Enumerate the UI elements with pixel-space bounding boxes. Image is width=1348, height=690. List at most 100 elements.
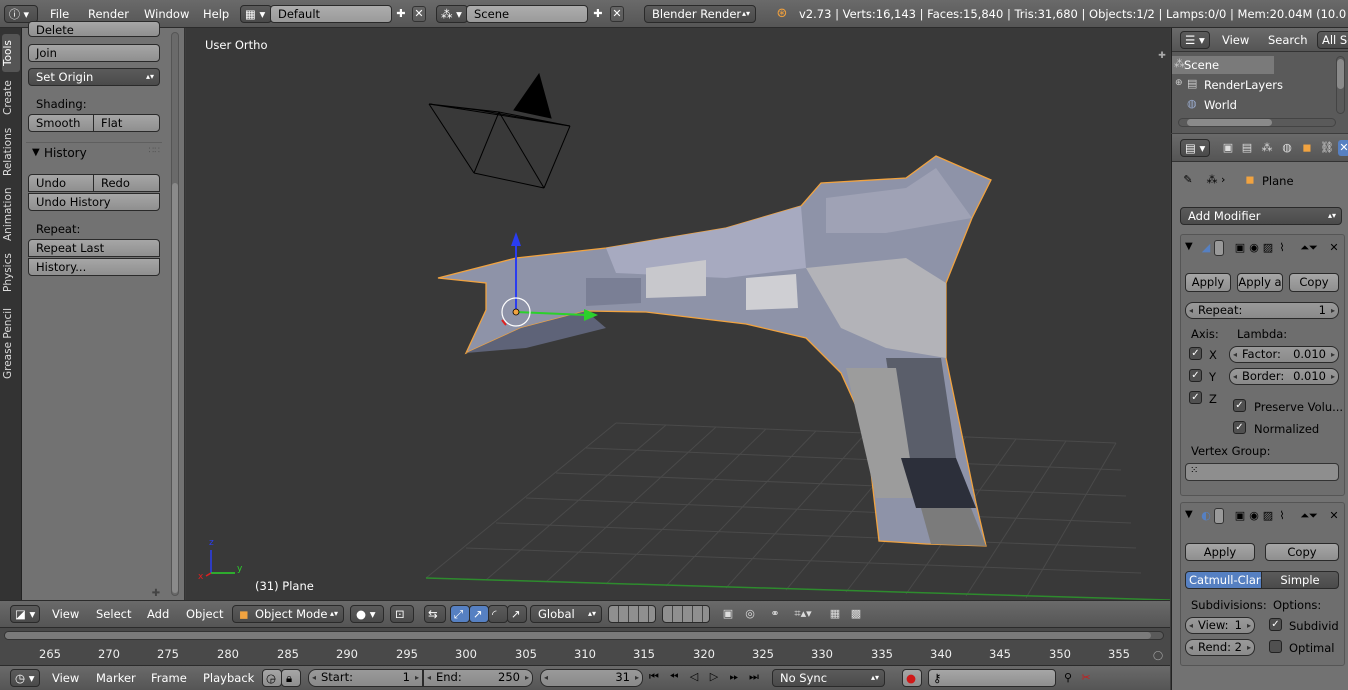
repeat-field[interactable]: Repeat: 1 — [1185, 302, 1339, 319]
move-up-down-icon[interactable]: ⏶⏷ — [1298, 508, 1320, 524]
redo-button[interactable]: Redo — [93, 174, 160, 192]
tab-animation[interactable]: Animation — [2, 184, 20, 244]
tab-create[interactable]: Create — [2, 76, 20, 120]
render-engine-dropdown[interactable]: Blender Render ▴▾ — [644, 5, 756, 23]
drag-handle-icon[interactable]: ∷∷ — [149, 146, 160, 156]
translate-manipulator-button[interactable]: ⤢ — [450, 605, 470, 623]
transform-tool-button[interactable]: ↗ — [507, 605, 527, 623]
menu-object[interactable]: Object — [186, 607, 223, 621]
timeline-editor[interactable]: 265 270 275 280 285 290 295 300 305 310 … — [0, 627, 1170, 665]
add-modifier-dropdown[interactable]: Add Modifier ▴▾ — [1180, 207, 1342, 225]
add-scene-icon[interactable]: ✚ — [591, 6, 605, 22]
remove-scene-icon[interactable]: ✕ — [610, 6, 624, 22]
history-panel-header[interactable]: ▼ History ∷∷ — [26, 142, 162, 164]
record-button[interactable]: ● — [902, 669, 922, 687]
preview-range-toggle[interactable]: ◶ — [262, 669, 282, 687]
scene-selector[interactable]: ⁂ ▾ — [436, 5, 468, 23]
timeline-scrollbar-thumb[interactable] — [5, 632, 1151, 639]
end-frame-field[interactable]: End: 250 — [423, 669, 533, 687]
outliner-filter-dropdown[interactable]: All Sc — [1317, 31, 1348, 49]
editor-type-properties-button[interactable]: ▤ ▾ — [1180, 139, 1210, 157]
lock-layers-icon[interactable]: ▣ — [720, 606, 736, 622]
modifier-name-field[interactable] — [1214, 508, 1224, 524]
snap-element-icon[interactable]: ⌗▴▾ — [790, 606, 816, 622]
jump-to-keyframe-back-icon[interactable]: ⏪︎ — [665, 669, 683, 685]
delete-button[interactable]: Delete — [28, 21, 160, 37]
mode-dropdown[interactable]: ◼ Object Mode ▴▾ — [232, 605, 344, 623]
subsurf-apply-button[interactable]: Apply — [1185, 543, 1255, 561]
viewport-visibility-icon[interactable]: ◉ — [1247, 508, 1261, 524]
editor-type-timeline-button[interactable]: ◷ ▾ — [10, 669, 40, 687]
menu-frame[interactable]: Frame — [151, 671, 187, 685]
opengl-animation-icon[interactable]: ▩ — [848, 606, 864, 622]
catmull-clark-button[interactable]: Catmull-Clark — [1185, 571, 1262, 589]
transform-orientation-dropdown[interactable]: Global ▴▾ — [530, 605, 602, 623]
axis-x-checkbox[interactable]: ✓ — [1189, 347, 1202, 360]
remove-modifier-icon[interactable]: ✕ — [1327, 240, 1341, 256]
tab-relations[interactable]: Relations — [2, 124, 20, 180]
tab-physics[interactable]: Physics — [2, 250, 20, 296]
scrollbar-thumb[interactable] — [172, 183, 178, 593]
layout-name-field[interactable]: Default — [270, 5, 392, 23]
render-visibility-icon[interactable]: ▣ — [1233, 240, 1247, 256]
editor-type-outliner-button[interactable]: ☰ ▾ — [1180, 31, 1210, 49]
current-frame-field[interactable]: 31 — [540, 669, 643, 687]
normalized-checkbox[interactable]: ✓ — [1233, 421, 1246, 434]
cage-icon[interactable]: ⌇ — [1275, 240, 1289, 256]
collapse-arrow-icon[interactable]: ▼ — [1185, 509, 1193, 520]
menu-add[interactable]: Add — [147, 607, 169, 621]
add-layout-icon[interactable]: ✚ — [394, 6, 408, 22]
tool-shelf-scrollbar[interactable] — [171, 32, 179, 596]
remove-layout-icon[interactable]: ✕ — [412, 6, 426, 22]
menu-timeline-view[interactable]: View — [52, 671, 79, 685]
axis-z-checkbox[interactable]: ✓ — [1189, 391, 1202, 404]
editmode-visibility-icon[interactable]: ▨ — [1261, 508, 1275, 524]
subsurf-render-levels-field[interactable]: Rend: 2 — [1185, 639, 1255, 656]
sync-mode-dropdown[interactable]: No Sync ▴▾ — [772, 669, 885, 687]
outliner-v-scrollbar[interactable] — [1336, 56, 1345, 114]
menu-outliner-search[interactable]: Search — [1268, 33, 1308, 47]
menu-render[interactable]: Render — [88, 7, 129, 21]
keying-set-field[interactable]: ⚷ — [928, 669, 1056, 687]
play-icon[interactable]: ▷ — [705, 669, 723, 685]
set-origin-dropdown[interactable]: Set Origin ▴▾ — [28, 68, 160, 86]
smooth-apply-button[interactable]: Apply — [1185, 273, 1231, 292]
undo-button[interactable]: Undo — [28, 174, 94, 192]
jump-to-end-icon[interactable]: ⏭︎ — [745, 669, 763, 685]
pivot-point-dropdown[interactable]: ⊡ — [390, 605, 414, 623]
manipulator-toggle[interactable]: ⇆ — [424, 605, 446, 623]
join-button[interactable]: Join — [28, 44, 160, 62]
subsurf-view-levels-field[interactable]: View: 1 — [1185, 617, 1255, 634]
outliner-item-renderlayers[interactable]: ⊕ ▤ RenderLayers — [1172, 76, 1334, 94]
tab-tools[interactable]: Tools — [2, 34, 20, 72]
lock-time-toggle[interactable]: 🔒︎ — [281, 669, 301, 687]
editmode-visibility-icon[interactable]: ▨ — [1261, 240, 1275, 256]
viewport-visibility-icon[interactable]: ◉ — [1247, 240, 1261, 256]
3d-viewport[interactable]: User Ortho (31) Plane z y x ✚ — [186, 28, 1170, 600]
optimal-display-checkbox[interactable] — [1269, 640, 1282, 653]
jump-to-start-icon[interactable]: ⏮︎ — [645, 669, 663, 685]
collapse-arrow-icon[interactable]: ▼ — [1185, 241, 1193, 252]
cage-icon[interactable]: ⌇ — [1275, 508, 1289, 524]
play-reverse-icon[interactable]: ◁ — [685, 669, 703, 685]
proportional-edit-icon[interactable]: ◎ — [742, 606, 758, 622]
outliner-item-scene[interactable]: ⁂ Scene — [1172, 56, 1274, 74]
preserve-volume-checkbox[interactable]: ✓ — [1233, 399, 1246, 412]
factor-field[interactable]: Factor: 0.010 — [1229, 346, 1339, 363]
menu-view[interactable]: View — [52, 607, 79, 621]
border-field[interactable]: Border: 0.010 — [1229, 368, 1339, 385]
rotate-manipulator-button[interactable]: ↗ — [469, 605, 489, 623]
timeline-scrollbar[interactable] — [4, 631, 1164, 640]
render-visibility-icon[interactable]: ▣ — [1233, 508, 1247, 524]
modifiers-tab-icon[interactable]: ✕ — [1338, 140, 1348, 156]
jump-to-keyframe-forward-icon[interactable]: ⏩︎ — [725, 669, 743, 685]
outliner-v-scrollbar-thumb[interactable] — [1337, 59, 1344, 89]
menu-marker[interactable]: Marker — [96, 671, 136, 685]
move-up-down-icon[interactable]: ⏶⏷ — [1298, 240, 1320, 256]
smooth-copy-button[interactable]: Copy — [1289, 273, 1339, 292]
menu-outliner-view[interactable]: View — [1222, 33, 1249, 47]
screen-layout-selector[interactable]: ▦ ▾ — [240, 5, 272, 23]
render-tab-icon[interactable]: ▣ — [1220, 140, 1236, 156]
menu-select[interactable]: Select — [96, 607, 131, 621]
simple-button[interactable]: Simple — [1261, 571, 1339, 589]
